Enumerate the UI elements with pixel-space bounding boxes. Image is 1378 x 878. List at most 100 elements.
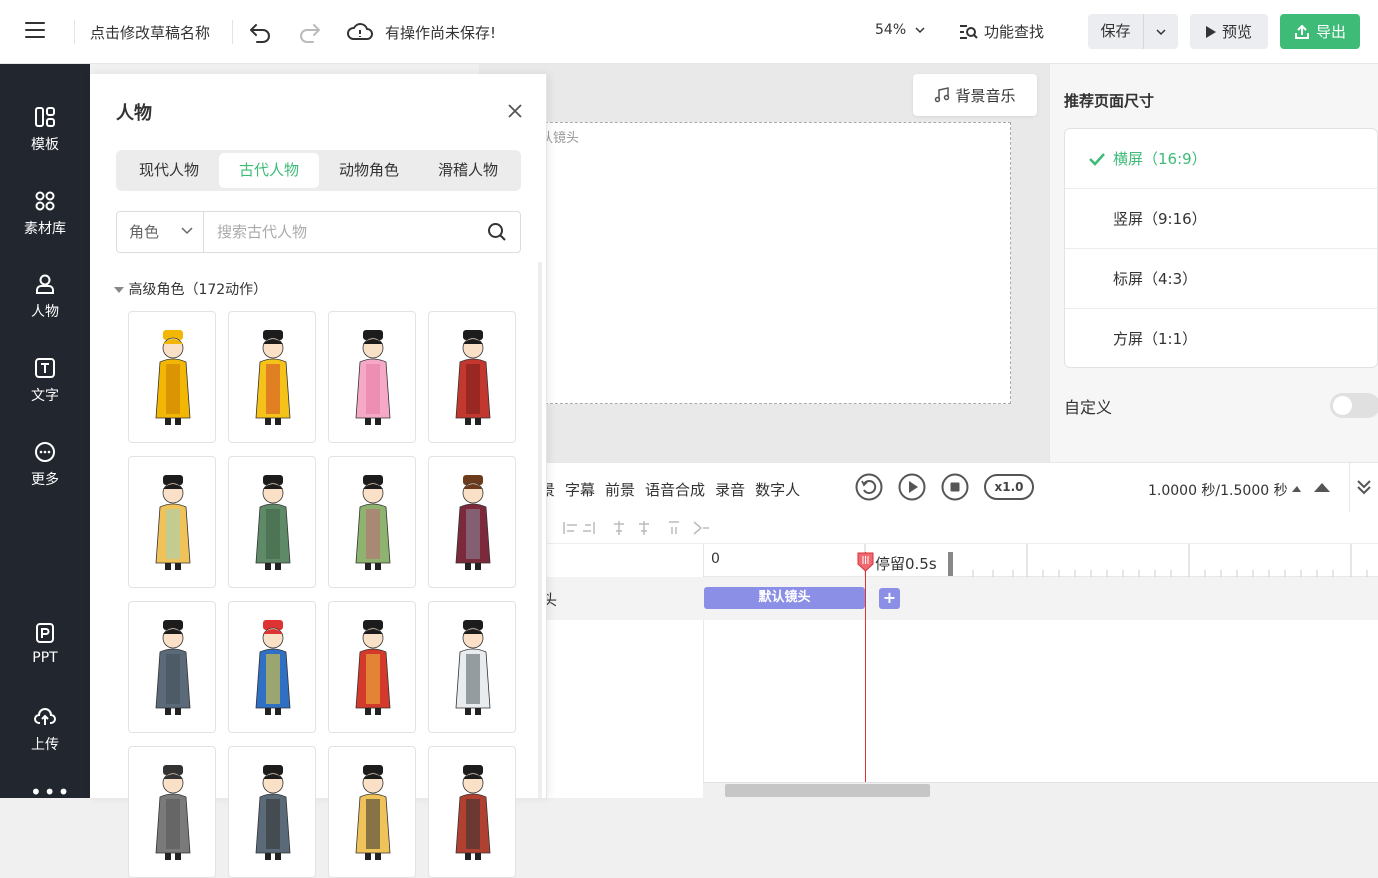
character-card[interactable]: [328, 456, 416, 588]
tab-foreground[interactable]: 前景: [605, 479, 635, 500]
character-figure-icon: [355, 475, 391, 570]
zoom-select[interactable]: 54%: [875, 22, 925, 38]
size-option-label: 横屏（16:9）: [1113, 150, 1207, 168]
sidebar-item-material[interactable]: 素材库: [0, 190, 90, 238]
character-card[interactable]: [128, 456, 216, 588]
play-icon: [1205, 25, 1216, 38]
search-icon[interactable]: [487, 222, 507, 242]
character-figure-icon: [155, 330, 191, 425]
preview-button[interactable]: 预览: [1190, 14, 1268, 49]
stop-icon[interactable]: [941, 473, 969, 501]
tab-record[interactable]: 录音: [715, 479, 745, 500]
character-figure-icon: [255, 620, 291, 715]
size-option-9-16[interactable]: 竖屏（9:16）: [1065, 189, 1378, 249]
playhead-handle-icon[interactable]: [857, 552, 874, 572]
replay-icon[interactable]: [855, 473, 883, 501]
check-icon: [1089, 153, 1105, 166]
sidebar-item-template[interactable]: 模板: [0, 106, 90, 154]
timeline-scroll-thumb[interactable]: [725, 784, 930, 797]
draft-name[interactable]: 点击修改草稿名称: [90, 22, 210, 43]
size-option-4-3[interactable]: 标屏（4:3）: [1065, 249, 1378, 309]
sidebar: [0, 64, 90, 798]
character-card[interactable]: [228, 311, 316, 443]
sidebar-overflow-icon[interactable]: •••: [30, 780, 71, 804]
music-icon: [935, 87, 950, 103]
collapse-icon[interactable]: [1355, 478, 1373, 496]
save-button[interactable]: 保存: [1088, 14, 1144, 49]
character-card[interactable]: [428, 746, 516, 878]
redo-icon[interactable]: [298, 20, 322, 44]
speed-button[interactable]: x1.0: [984, 474, 1034, 500]
role-select-value: 角色: [129, 223, 160, 241]
divider: [1349, 462, 1350, 512]
character-card[interactable]: [228, 456, 316, 588]
size-option-16-9[interactable]: 横屏（16:9）: [1065, 129, 1378, 189]
scene-clip[interactable]: 默认镜头: [704, 587, 865, 609]
character-card[interactable]: [228, 746, 316, 878]
cloud-icon: [347, 23, 373, 40]
character-card[interactable]: [428, 601, 516, 733]
func-search-button[interactable]: 功能查找: [958, 21, 1044, 42]
bgm-label: 背景音乐: [955, 86, 1016, 105]
tab-modern[interactable]: 现代人物: [119, 153, 219, 188]
size-option-1-1[interactable]: 方屏（1:1）: [1065, 309, 1378, 369]
character-card[interactable]: [428, 456, 516, 588]
save-dropdown-button[interactable]: [1144, 14, 1178, 49]
ruler-zero: 0: [711, 551, 720, 567]
tab-animal[interactable]: 动物角色: [319, 153, 419, 188]
character-card[interactable]: [128, 601, 216, 733]
playhead[interactable]: [865, 552, 866, 798]
timeline-ruler[interactable]: [703, 544, 1378, 577]
character-figure-icon: [255, 330, 291, 425]
add-clip-button[interactable]: +: [879, 588, 900, 609]
sidebar-item-label: PPT: [32, 650, 58, 666]
stage[interactable]: [535, 122, 1011, 404]
sidebar-item-upload[interactable]: 上传: [0, 706, 90, 754]
size-option-label: 竖屏（9:16）: [1113, 210, 1207, 228]
export-icon: [1294, 24, 1309, 39]
panel-scrollbar[interactable]: [538, 262, 542, 798]
export-button[interactable]: 导出: [1280, 14, 1360, 49]
sidebar-item-label: 人物: [31, 304, 59, 320]
sidebar-item-person[interactable]: 人物: [0, 273, 90, 321]
tab-tts[interactable]: 语音合成: [645, 479, 705, 500]
sidebar-item-more[interactable]: 更多: [0, 441, 90, 489]
bgm-button[interactable]: 背景音乐: [913, 74, 1037, 116]
search-input[interactable]: 搜索古代人物: [217, 212, 307, 252]
search-bar: 角色 搜索古代人物: [116, 211, 521, 253]
role-select[interactable]: 角色: [117, 212, 204, 252]
menu-icon[interactable]: [25, 22, 45, 38]
character-card[interactable]: [128, 746, 216, 878]
tab-subtitle[interactable]: 字幕: [565, 479, 595, 500]
ppt-icon: [36, 623, 54, 643]
character-card[interactable]: [428, 311, 516, 443]
category-tabs: 现代人物 古代人物 动物角色 滑稽人物: [116, 150, 521, 191]
group-title[interactable]: 高级角色（172动作）: [114, 279, 267, 299]
scene-track: [479, 577, 1378, 620]
search-list-icon: [960, 24, 978, 39]
character-card[interactable]: [128, 311, 216, 443]
align-tools-icon[interactable]: [539, 518, 779, 538]
zoom-mountain-icon[interactable]: [1290, 480, 1340, 494]
character-figure-icon: [155, 620, 191, 715]
tab-digital-human[interactable]: 数字人: [755, 479, 800, 500]
tab-funny[interactable]: 滑稽人物: [418, 153, 518, 188]
group-title-label: 高级角色（172动作）: [128, 282, 268, 298]
export-label: 导出: [1315, 23, 1346, 41]
panel-title: 人物: [116, 103, 152, 124]
play-icon[interactable]: [898, 473, 926, 501]
close-icon[interactable]: [506, 102, 524, 120]
character-figure-icon: [455, 765, 491, 860]
character-figure-icon: [155, 475, 191, 570]
character-card[interactable]: [228, 601, 316, 733]
character-card[interactable]: [328, 601, 416, 733]
tab-ancient[interactable]: 古代人物: [219, 153, 319, 188]
save-button-group: 保存: [1088, 14, 1178, 49]
character-card[interactable]: [328, 746, 416, 878]
undo-icon[interactable]: [248, 20, 272, 44]
character-card[interactable]: [328, 311, 416, 443]
sidebar-item-ppt[interactable]: PPT: [0, 622, 90, 666]
custom-size-toggle[interactable]: [1330, 393, 1378, 418]
save-status: 有操作尚未保存!: [385, 24, 497, 42]
sidebar-item-text[interactable]: 文字: [0, 357, 90, 405]
